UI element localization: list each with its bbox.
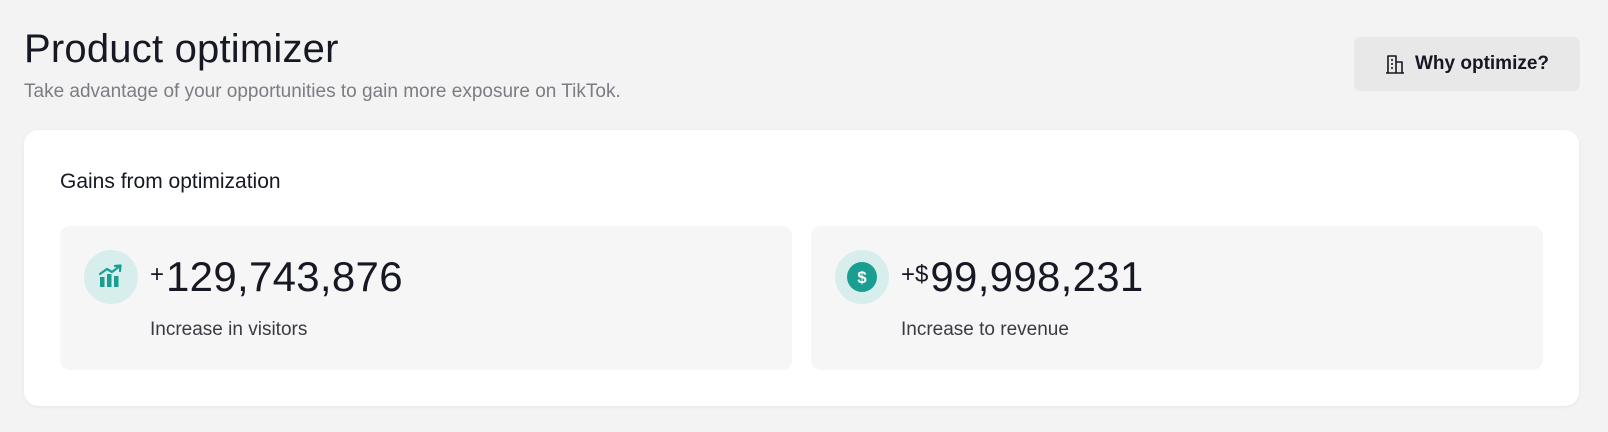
visitors-number: 129,743,876 (166, 253, 403, 300)
gains-card: Gains from optimization + 129,743,876 In… (24, 130, 1579, 406)
product-optimizer-page: Product optimizer Take advantage of your… (0, 0, 1608, 432)
why-optimize-label: Why optimize? (1414, 53, 1550, 74)
revenue-metric-card: $ +$ 99,998,231 Increase to revenue (811, 226, 1543, 370)
revenue-label: Increase to revenue (901, 319, 1069, 340)
chart-up-icon (84, 250, 138, 304)
revenue-prefix: +$ (901, 261, 929, 288)
revenue-value: +$ 99,998,231 (901, 252, 1144, 302)
revenue-number: 99,998,231 (930, 253, 1144, 300)
why-optimize-button[interactable]: Why optimize? (1354, 37, 1580, 91)
page-subtitle: Take advantage of your opportunities to … (24, 81, 621, 102)
svg-text:$: $ (857, 268, 867, 287)
visitors-prefix: + (150, 261, 165, 288)
visitors-label: Increase in visitors (150, 319, 308, 340)
visitors-metric-card: + 129,743,876 Increase in visitors (60, 226, 792, 370)
visitors-value: + 129,743,876 (150, 252, 403, 302)
dollar-circle-icon: $ (835, 250, 889, 304)
page-title: Product optimizer (24, 27, 339, 71)
page-header: Product optimizer Take advantage of your… (24, 0, 1584, 128)
gains-title: Gains from optimization (60, 170, 281, 193)
building-icon (1385, 53, 1405, 75)
